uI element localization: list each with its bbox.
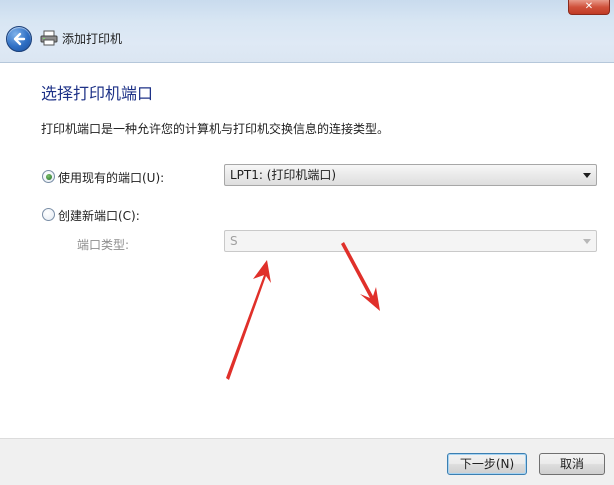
window-title: 添加打印机 (62, 32, 123, 46)
port-type-select: S (224, 230, 597, 252)
red-arrow-right (341, 242, 380, 311)
new-port-radio[interactable] (42, 208, 55, 221)
close-button[interactable]: ✕ (568, 0, 610, 15)
existing-port-select[interactable]: LPT1: (打印机端口) (224, 164, 597, 186)
existing-port-value: LPT1: (打印机端口) (230, 168, 337, 182)
red-arrow-left (226, 260, 271, 380)
back-arrow-icon (13, 32, 26, 46)
port-type-value: S (230, 234, 238, 248)
back-button[interactable] (6, 26, 32, 52)
chevron-down-icon (583, 173, 591, 178)
page-title: 选择打印机端口 (41, 84, 154, 103)
next-button[interactable]: 下一步(N) (447, 453, 527, 475)
chevron-down-icon (583, 239, 591, 244)
cancel-button[interactable]: 取消 (539, 453, 605, 475)
port-type-label: 端口类型: (77, 238, 130, 252)
new-port-label[interactable]: 创建新端口(C): (58, 207, 140, 224)
button-bar: 下一步(N) 取消 (0, 438, 614, 485)
page-description: 打印机端口是一种允许您的计算机与打印机交换信息的连接类型。 (41, 122, 390, 136)
title-bar: ✕ 添加打印机 (0, 0, 614, 63)
existing-port-label[interactable]: 使用现有的端口(U): (58, 169, 164, 186)
printer-icon (40, 30, 58, 46)
existing-port-radio[interactable] (42, 170, 55, 183)
